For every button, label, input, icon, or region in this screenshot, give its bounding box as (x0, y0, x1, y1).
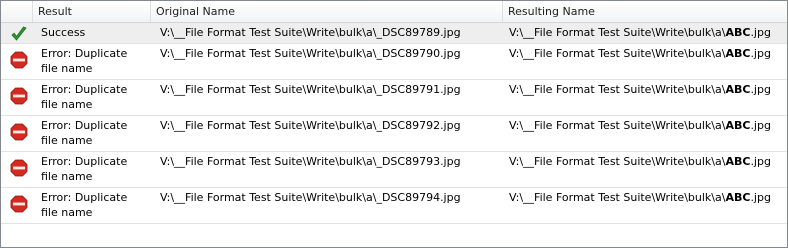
original-name-text: V:\__File Format Test Suite\Write\bulk\a… (160, 119, 461, 132)
resulting-name-text: V:\__File Format Test Suite\Write\bulk\a… (509, 119, 771, 132)
original-name-text: V:\__File Format Test Suite\Write\bulk\a… (160, 191, 461, 204)
rename-results-list: Result Original Name Resulting Name Succ… (0, 0, 788, 248)
table-row[interactable]: Error: Duplicate file name V:\__File For… (1, 152, 787, 188)
stop-icon (10, 159, 28, 177)
result-text: Error: Duplicate file name (41, 119, 128, 147)
result-text: Error: Duplicate file name (41, 47, 128, 75)
result-text: Error: Duplicate file name (41, 155, 128, 183)
original-name-text: V:\__File Format Test Suite\Write\bulk\a… (160, 47, 461, 60)
result-text: Success (41, 26, 86, 39)
table-row[interactable]: Error: Duplicate file name V:\__File For… (1, 188, 787, 224)
original-name-text: V:\__File Format Test Suite\Write\bulk\a… (160, 83, 461, 96)
resulting-name-text: V:\__File Format Test Suite\Write\bulk\a… (509, 155, 771, 168)
table-row[interactable]: Error: Duplicate file name V:\__File For… (1, 116, 787, 152)
column-header-resulting-name[interactable]: Resulting Name (503, 1, 787, 22)
original-name-text: V:\__File Format Test Suite\Write\bulk\a… (160, 26, 461, 39)
resulting-name-text: V:\__File Format Test Suite\Write\bulk\a… (509, 47, 771, 60)
result-text: Error: Duplicate file name (41, 83, 128, 111)
resulting-name-text: V:\__File Format Test Suite\Write\bulk\a… (509, 191, 771, 204)
original-name-text: V:\__File Format Test Suite\Write\bulk\a… (160, 155, 461, 168)
column-header-original-name[interactable]: Original Name (151, 1, 503, 22)
stop-icon (10, 87, 28, 105)
resulting-name-text: V:\__File Format Test Suite\Write\bulk\a… (509, 26, 771, 39)
table-row[interactable]: Success V:\__File Format Test Suite\Writ… (1, 23, 787, 44)
stop-icon (10, 51, 28, 69)
checkmark-icon (10, 25, 28, 43)
table-row[interactable]: Error: Duplicate file name V:\__File For… (1, 44, 787, 80)
stop-icon (10, 123, 28, 141)
resulting-name-text: V:\__File Format Test Suite\Write\bulk\a… (509, 83, 771, 96)
result-text: Error: Duplicate file name (41, 191, 128, 219)
table-row[interactable]: Error: Duplicate file name V:\__File For… (1, 80, 787, 116)
column-header-result[interactable]: Result (33, 1, 151, 22)
column-header-row: Result Original Name Resulting Name (1, 1, 787, 23)
column-header-status[interactable] (1, 1, 33, 22)
stop-icon (10, 195, 28, 213)
